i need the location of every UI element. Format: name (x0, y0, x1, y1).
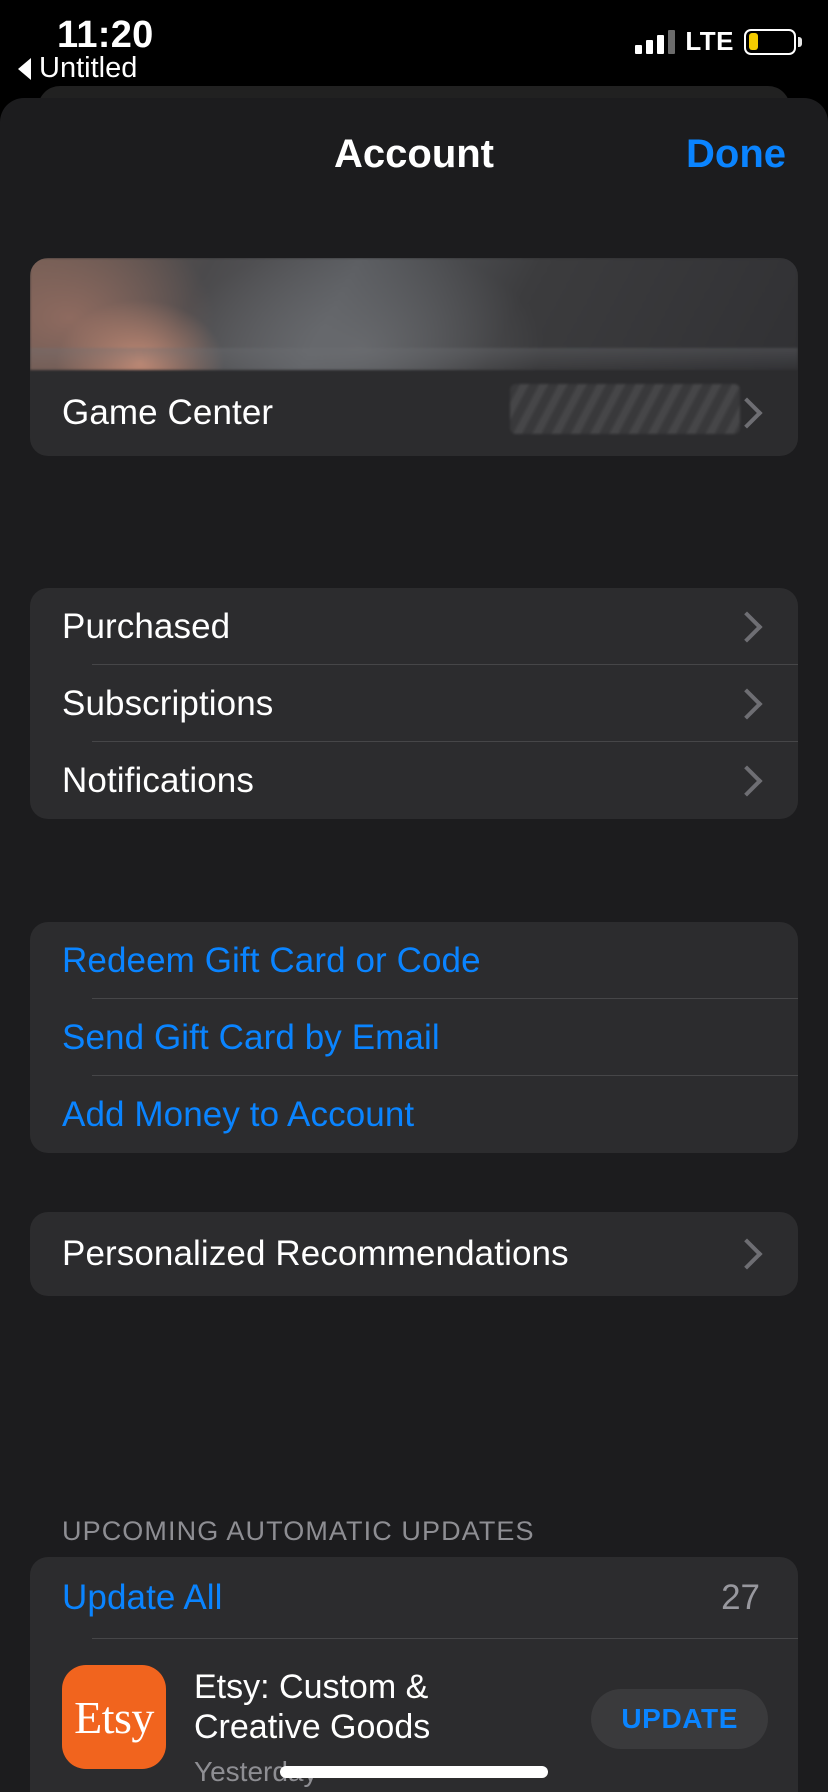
done-button[interactable]: Done (686, 98, 786, 210)
triangle-left-icon (18, 57, 31, 80)
row-subscriptions[interactable]: Subscriptions (30, 665, 798, 742)
row-label-subscriptions: Subscriptions (62, 683, 274, 723)
navigation-bar: Account Done (0, 98, 828, 210)
account-sheet: Account Done Game Center Purchased Subsc… (0, 98, 828, 1792)
iphone-screen: 11:20 LTE Untitled Account Done Game Cen… (0, 0, 828, 1792)
back-to-app-breadcrumb[interactable]: Untitled (18, 52, 137, 85)
game-center-value-blurred (510, 384, 740, 434)
row-game-center[interactable]: Game Center (30, 370, 798, 456)
chevron-right-icon (731, 1238, 763, 1270)
row-notifications[interactable]: Notifications (30, 742, 798, 819)
chevron-right-icon (731, 687, 763, 720)
battery-low-icon (744, 28, 802, 55)
app-name-line-2: Creative Goods (194, 1708, 431, 1747)
chevron-right-icon (731, 764, 763, 797)
row-label-notifications: Notifications (62, 760, 254, 800)
cellular-bars-icon (635, 29, 676, 54)
chevron-right-icon (731, 610, 763, 643)
library-card: Purchased Subscriptions Notifications (30, 588, 798, 819)
account-card: Game Center (30, 258, 798, 456)
row-label-purchased: Purchased (62, 606, 231, 646)
row-update-all[interactable]: Update All 27 (30, 1557, 798, 1639)
status-bar: 11:20 LTE Untitled (0, 0, 828, 92)
row-label-send-gift-card: Send Gift Card by Email (62, 1017, 440, 1057)
account-header-blurred[interactable] (30, 258, 798, 370)
row-label-personalized-recommendations: Personalized Recommendations (62, 1234, 569, 1273)
update-count: 27 (721, 1578, 760, 1617)
row-purchased[interactable]: Purchased (30, 588, 798, 665)
row-personalized-recommendations[interactable]: Personalized Recommendations (30, 1212, 798, 1296)
gift-card-card: Redeem Gift Card or Code Send Gift Card … (30, 922, 798, 1153)
update-button[interactable]: UPDATE (591, 1689, 768, 1749)
row-add-money[interactable]: Add Money to Account (30, 1076, 798, 1153)
updates-card: Update All 27 Etsy Etsy: Custom & Creati… (30, 1557, 798, 1792)
section-header-upcoming-updates: UPCOMING AUTOMATIC UPDATES (62, 1516, 535, 1546)
recommendations-card: Personalized Recommendations (30, 1212, 798, 1296)
status-bar-indicators: LTE (635, 26, 802, 57)
update-all-label: Update All (62, 1578, 223, 1617)
app-name: Etsy: Custom & Creative Goods (194, 1667, 524, 1747)
row-redeem-gift-card[interactable]: Redeem Gift Card or Code (30, 922, 798, 999)
home-indicator[interactable] (280, 1766, 548, 1778)
status-bar-time: 11:20 (57, 14, 154, 56)
network-type-label: LTE (685, 26, 734, 56)
row-label-redeem-gift-card: Redeem Gift Card or Code (62, 940, 481, 980)
etsy-app-icon: Etsy (62, 1665, 166, 1769)
row-label-add-money: Add Money to Account (62, 1094, 415, 1134)
row-send-gift-card[interactable]: Send Gift Card by Email (30, 999, 798, 1076)
app-name-line-1: Etsy: Custom & (194, 1668, 429, 1706)
back-to-app-label: Untitled (39, 52, 138, 84)
